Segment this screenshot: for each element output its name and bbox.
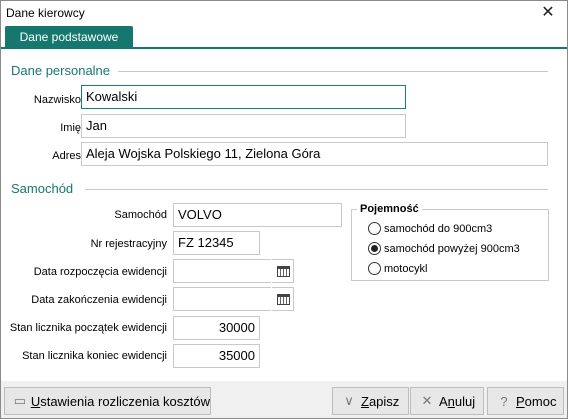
end-date-label: Data zakończenia ewidencji <box>31 294 167 306</box>
mnemonic: n <box>447 393 455 409</box>
start-date-label: Data rozpoczęcia ewidencji <box>33 266 167 278</box>
tab-strip: Dane podstawowe <box>1 25 567 49</box>
radio-option-motorcycle[interactable]: motocykl <box>368 262 427 275</box>
calendar-icon <box>277 293 290 305</box>
window-title: Dane kierowcy <box>6 6 85 20</box>
address-field[interactable]: Aleja Wojska Polskiego 11, Zielona Góra <box>81 142 548 166</box>
help-button[interactable]: ? Pomoc <box>487 387 564 415</box>
odometer-end-field[interactable]: 35000 <box>173 344 260 368</box>
radio-icon <box>368 222 381 235</box>
mnemonic: U <box>30 393 41 409</box>
help-label: omoc <box>524 393 557 409</box>
cancel-label: uluj <box>454 393 476 409</box>
radio-label: motocykl <box>384 262 428 275</box>
dialog-window: Dane kierowcy ✕ Dane podstawowe Dane per… <box>0 0 568 419</box>
radio-label: samochód powyżej 900cm3 <box>384 242 520 255</box>
cancel-label-prefix: A <box>439 393 448 409</box>
save-label: apisz <box>368 393 400 409</box>
radio-option-over-900[interactable]: samochód powyżej 900cm3 <box>368 242 520 255</box>
address-label: Adres <box>52 150 81 162</box>
registration-field[interactable]: FZ 12345 <box>173 231 260 255</box>
settings-icon: ▭ <box>13 393 27 408</box>
start-date-calendar-button[interactable] <box>271 259 295 283</box>
surname-label: Nazwisko <box>33 94 81 106</box>
section-title-personal: Dane personalne <box>11 63 111 78</box>
chevron-down-icon: ∨ <box>344 393 354 408</box>
car-field[interactable]: VOLVO <box>173 203 342 227</box>
odometer-start-field[interactable]: 30000 <box>173 316 260 340</box>
car-label: Samochód <box>114 209 167 221</box>
section-divider <box>118 71 548 72</box>
cost-settings-button[interactable]: ▭ Ustawienia rozliczenia kosztów <box>4 387 211 415</box>
cost-settings-label: stawienia rozliczenia kosztów <box>40 393 210 409</box>
button-bar: ▭ Ustawienia rozliczenia kosztów ∨ Zapis… <box>1 381 567 418</box>
mnemonic: P <box>516 393 525 409</box>
registration-label: Nr rejestracyjny <box>90 238 167 250</box>
odometer-start-label: Stan licznika początek ewidencji <box>9 322 167 334</box>
name-label: Imię <box>60 122 81 134</box>
radio-icon <box>368 262 381 275</box>
radio-selected-icon <box>368 242 381 255</box>
end-date-calendar-button[interactable] <box>271 287 295 311</box>
cancel-button[interactable]: ✕ Anuluj <box>410 387 484 415</box>
radio-option-under-900[interactable]: samochód do 900cm3 <box>368 222 492 235</box>
close-icon[interactable]: ✕ <box>537 3 559 23</box>
section-title-car: Samochód <box>11 181 74 196</box>
odometer-end-label: Stan licznika koniec ewidencji <box>22 350 167 362</box>
name-field[interactable]: Jan <box>81 114 406 138</box>
section-divider <box>85 189 548 190</box>
tab-dane-podstawowe[interactable]: Dane podstawowe <box>5 26 133 49</box>
surname-field[interactable]: Kowalski <box>81 85 406 109</box>
save-button[interactable]: ∨ Zapisz <box>332 387 409 415</box>
calendar-icon <box>277 265 290 277</box>
title-bar: Dane kierowcy ✕ <box>1 1 567 25</box>
capacity-title: Pojemność <box>357 203 422 215</box>
mnemonic: Z <box>361 393 369 409</box>
tab-content: Dane personalne Nazwisko Kowalski Imię J… <box>1 51 567 381</box>
radio-label: samochód do 900cm3 <box>384 222 493 235</box>
help-icon: ? <box>500 393 508 409</box>
close-icon: ✕ <box>421 393 433 408</box>
